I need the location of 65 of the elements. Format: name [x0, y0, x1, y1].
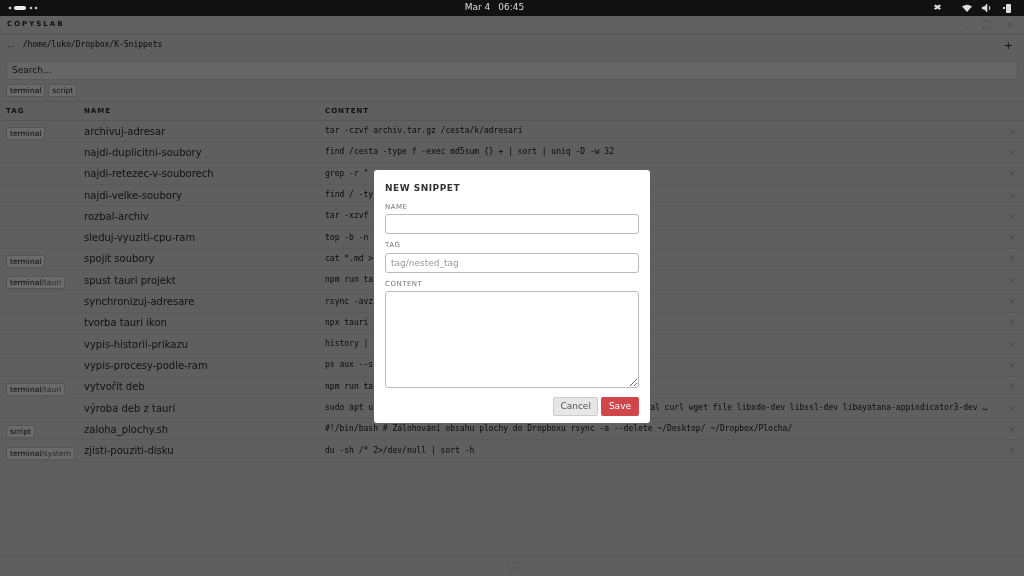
close-icon[interactable]	[1007, 21, 1014, 28]
close-icon[interactable]	[1009, 340, 1016, 348]
close-icon[interactable]	[1009, 319, 1016, 327]
snippet-name: sleduj-vyuziti-cpu-ram	[84, 231, 197, 246]
wifi-icon[interactable]	[962, 4, 972, 12]
clock-label: 06:45	[498, 1, 525, 15]
ellipsis-button[interactable]: ...	[7, 39, 15, 51]
close-icon[interactable]	[1009, 148, 1016, 156]
snippet-name: tvorba tauri ikon	[84, 316, 168, 331]
snippet-name: spojit soubory	[84, 252, 156, 267]
close-icon[interactable]	[1009, 298, 1016, 305]
close-icon[interactable]	[1009, 191, 1016, 199]
close-icon[interactable]	[1009, 276, 1016, 284]
snippet-content: npm run ta	[325, 274, 374, 287]
snippet-content: du -sh /* 2>/dev/null | sort -h	[325, 444, 475, 457]
snippet-name: vypis-historii-prikazu	[84, 337, 189, 352]
dialog-title: NEW SNIPPET	[385, 182, 462, 195]
snippet-name: spust tauri projekt	[84, 273, 177, 288]
snippet-name: archivuj-adresar	[84, 124, 167, 139]
snippet-content: history |	[325, 338, 369, 351]
snippet-content: grep -r "	[325, 167, 369, 180]
close-icon[interactable]	[1009, 127, 1016, 135]
snippet-content: al curl wget file libxdo-dev libssl-dev libayatana-appindicator3-dev …	[650, 402, 988, 414]
close-icon[interactable]	[1009, 255, 1016, 263]
snippet-name: zaloha_plochy.sh	[84, 422, 170, 437]
snippet-content: sudo apt u	[325, 402, 374, 414]
volume-icon[interactable]	[982, 4, 992, 12]
snippet-name: rozbal-archiv	[84, 209, 150, 224]
text-field[interactable]: tag/nested_tag	[385, 252, 639, 273]
close-icon[interactable]	[1009, 425, 1016, 433]
snippet-content: top -b -n	[325, 231, 369, 244]
save-button[interactable]: Save	[600, 397, 639, 416]
snippet-content: npx tauri	[325, 316, 369, 329]
content-field[interactable]	[385, 291, 639, 388]
snippet-name: najdi-velke-soubory	[84, 188, 183, 203]
close-icon[interactable]	[1009, 212, 1016, 220]
close-icon[interactable]	[1009, 170, 1016, 178]
add-button[interactable]: +	[1003, 39, 1013, 51]
battery-icon[interactable]	[1002, 3, 1012, 13]
snippet-content: find /cesta -type f -exec md5sum {} + | sort | uniq -D -w 32	[325, 146, 614, 159]
close-icon[interactable]	[1009, 447, 1016, 455]
snippet-content: find / -ty	[325, 189, 374, 202]
snippet-content: ps aux --s	[325, 359, 374, 372]
snippet-name: vypis-procesy-podle-ram	[84, 358, 209, 373]
close-icon[interactable]	[1009, 383, 1016, 391]
date-label: Mar 4	[464, 1, 491, 15]
snippet-content: tar -xzvf	[325, 210, 369, 223]
snippet-name: najdi-retezec-v-souborech	[84, 167, 215, 182]
close-icon[interactable]	[1009, 234, 1016, 242]
close-icon[interactable]	[1009, 361, 1016, 369]
snippet-content: cat *.md >	[325, 252, 374, 265]
snippet-content: tar -czvf archiv.tar.gz /cesta/k/adresari	[325, 125, 523, 138]
search-field[interactable]: Search...	[6, 60, 1018, 80]
folder-path: /home/luko/Dropbox/K-Snippets	[22, 39, 164, 51]
snippet-name: najdi-duplicitni-soubory	[84, 145, 203, 160]
snippet-content: rsync -avz	[325, 295, 374, 308]
close-icon[interactable]	[1009, 404, 1016, 412]
snippet-name: synchronizuj-adresare	[84, 295, 196, 309]
cancel-button[interactable]: Cancel	[553, 397, 598, 416]
text-field[interactable]	[385, 214, 639, 234]
snippet-name: výroba deb z tauri	[84, 401, 177, 416]
snippet-name: zjisti-pouziti-disku	[84, 444, 175, 459]
snippet-name: vytvořit deb	[84, 380, 146, 395]
snippet-content: npm run ta	[325, 380, 374, 393]
snippet-content: #!/bin/bash # Zálohování obsahu plochy do Dropboxu rsync -a --delete ~/Desktop/ ~/Dropbox/Plocha/	[325, 423, 793, 436]
